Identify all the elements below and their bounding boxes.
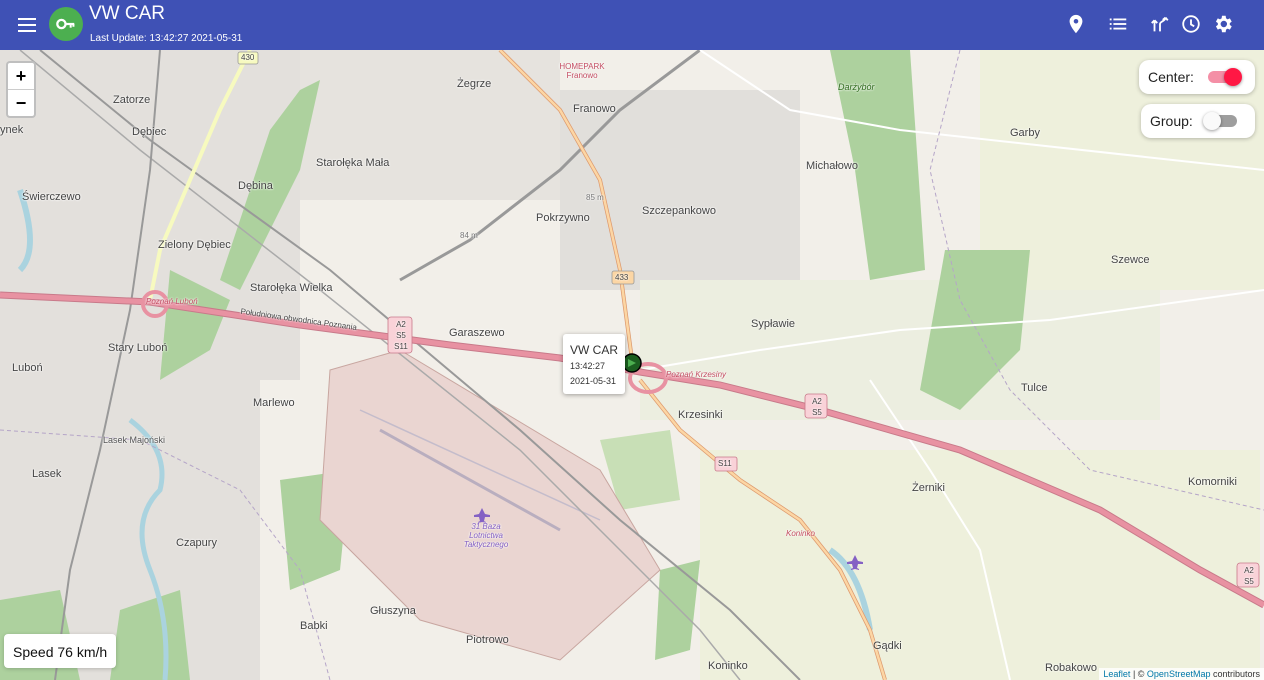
place-label: Michałowo [806,160,858,172]
place-label: Szczepankowo [642,205,716,217]
road-label: 430 [241,53,255,62]
switch-thumb [1224,68,1242,86]
place-label: Lasek [32,468,62,480]
switch-thumb [1203,112,1221,130]
openstreetmap-link[interactable]: OpenStreetMap [1147,669,1211,679]
leaflet-link[interactable]: Leaflet [1103,669,1130,679]
elevation-label: 85 m [586,193,604,202]
place-label: Starołęka Mała [316,157,390,169]
road-label: A2 S5 S11 [394,320,408,351]
place-label: Dębina [238,180,273,192]
elevation-label: 84 m [460,231,478,240]
place-label: Komorniki [1188,476,1237,488]
attribution-separator: | © [1130,669,1147,679]
place-label: Franowo [573,103,616,115]
place-label: Lasek Majoński [103,435,166,445]
road-label: S11 [718,459,732,468]
clock-icon[interactable] [1180,13,1202,35]
place-label: Zatorze [113,94,151,106]
center-switch[interactable] [1206,68,1242,86]
place-label: Sypławie [751,318,796,330]
device-avatar [49,7,83,41]
menu-icon[interactable] [15,13,39,37]
place-label: Marlewo [253,397,295,409]
road-label: Poznań Krzesiny [666,370,727,379]
place-label: Żerniki [912,482,946,494]
popup-time: 13:42:27 [570,361,606,371]
poi-label: 31 Baza Lotnictwa Taktycznego [463,522,509,549]
speed-panel: Speed 76 km/h [4,634,116,668]
place-label: Garby [1010,127,1040,139]
device-title: VW CAR [89,3,165,24]
group-toggle-card: Group: [1141,104,1255,138]
place-label: Robakowo [1045,662,1097,674]
place-label: Szewce [1111,254,1150,266]
place-label: Darżybór [838,82,875,92]
popup-name: VW CAR [570,343,618,357]
popup-date: 2021-05-31 [570,376,617,386]
poi-label: HOMEPARK Franowo [559,62,605,80]
place-label: Głuszyna [370,605,416,617]
road-label: Poznań Luboń [146,297,198,306]
place-label: Dębiec [132,126,167,138]
place-label: Gądki [873,640,902,652]
key-icon [56,18,75,30]
map-tiles [0,50,1264,680]
place-label: Zielony Dębiec [158,239,231,251]
map-view[interactable]: Zatorze Dębiec Świerczewo Dębina Zielony… [0,50,1264,680]
road-label: A2 S5 [1244,566,1254,586]
place-label: Babki [300,620,328,632]
place-label: ynek [0,124,24,136]
map-attribution: Leaflet | © OpenStreetMap contributors [1099,668,1264,680]
center-toggle-card: Center: [1139,60,1255,94]
place-label: Garaszewo [449,327,505,339]
place-label: Krzesinki [678,409,723,421]
last-update-text: Last Update: 13:42:27 2021-05-31 [90,33,243,44]
zoom-in-button[interactable]: + [8,63,34,90]
list-icon[interactable] [1107,13,1129,35]
vehicle-popup[interactable]: VW CAR 13:42:27 2021-05-31 [563,334,625,394]
app-bar: VW CAR Last Update: 13:42:27 2021-05-31 [0,0,1264,50]
place-label: Czapury [176,537,217,549]
road-label: Koninko [786,529,815,538]
center-label: Center: [1148,69,1194,85]
place-label: Pokrzywno [536,212,590,224]
route-icon[interactable] [1149,13,1171,35]
place-label: Piotrowo [466,634,509,646]
gear-icon[interactable] [1212,13,1234,35]
place-label: Stary Luboń [108,342,168,354]
road-label: A2 S5 [812,397,822,417]
group-label: Group: [1150,113,1193,129]
attribution-suffix: contributors [1210,669,1260,679]
place-label: Świerczewo [22,191,81,203]
place-label: Żegrze [457,78,492,90]
place-label: Starołęka Wielka [250,282,333,294]
zoom-out-button[interactable]: − [8,90,34,116]
group-switch[interactable] [1203,112,1239,130]
place-label: Koninko [708,660,748,672]
place-label: Luboń [12,362,43,374]
speed-text: Speed 76 km/h [13,644,108,660]
road-label: 433 [615,273,629,282]
place-label: Tulce [1021,382,1048,394]
zoom-control: + − [6,61,36,118]
location-pin-icon[interactable] [1065,13,1087,35]
